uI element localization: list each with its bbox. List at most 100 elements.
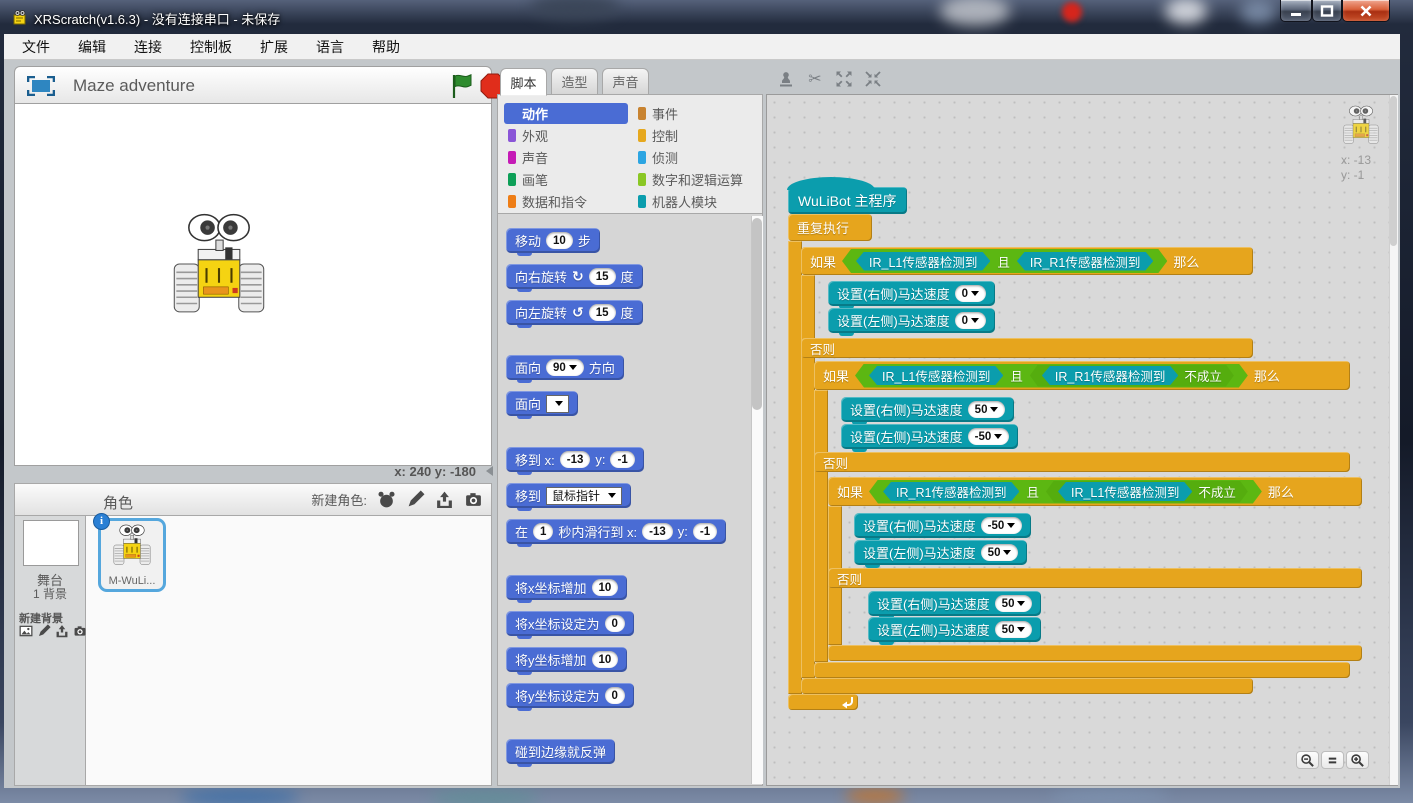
palette-block-set-y[interactable]: 将y坐标设定为 0 <box>506 683 634 708</box>
category-control[interactable]: 控制 <box>634 125 758 146</box>
if-block-2-else-bar[interactable]: 否则 <box>814 452 1350 472</box>
direction-dropdown[interactable]: 90 <box>546 359 584 376</box>
maximize-button[interactable] <box>1312 0 1342 22</box>
menu-item-edit[interactable]: 编辑 <box>78 37 106 57</box>
palette-scrollbar-thumb[interactable] <box>752 218 762 410</box>
script-scrollbar-thumb[interactable] <box>1390 96 1397 246</box>
palette-block-change-x[interactable]: 将x坐标增加 10 <box>506 575 627 600</box>
category-robot[interactable]: 机器人模块 <box>634 191 758 212</box>
set-right-motor-50-block[interactable]: 设置(右侧)马达速度 50 <box>868 591 1041 616</box>
close-button[interactable] <box>1342 0 1390 22</box>
sensor-ir-r1-block[interactable]: IR_R1传感器检测到 <box>1042 366 1178 385</box>
menu-item-language[interactable]: 语言 <box>316 37 344 57</box>
palette-block-set-x[interactable]: 将x坐标设定为 0 <box>506 611 634 636</box>
and-operator-block[interactable]: IR_R1传感器检测到 且 IR_L1传感器检测到 不成立 <box>869 480 1262 504</box>
x-input[interactable]: -13 <box>560 451 591 468</box>
project-title[interactable]: Maze adventure <box>73 76 195 96</box>
set-right-motor-neg50-block[interactable]: 设置(右侧)马达速度 -50 <box>854 513 1031 538</box>
if-block-1-spine[interactable] <box>801 275 815 678</box>
if-block-3-top[interactable]: 如果 IR_R1传感器检测到 且 IR_L1传感器检测到 不成立 那么 <box>828 477 1362 506</box>
palette-block-point-towards[interactable]: 面向 <box>506 391 578 416</box>
number-input[interactable]: 0 <box>605 615 625 632</box>
number-input[interactable]: 10 <box>546 232 573 249</box>
stage-thumbnail[interactable] <box>23 520 79 566</box>
speed-dropdown[interactable]: 50 <box>995 595 1033 612</box>
stage-sprite-robot[interactable] <box>171 212 267 316</box>
new-sprite-library-button[interactable] <box>376 489 396 509</box>
menu-item-extension[interactable]: 扩展 <box>260 37 288 57</box>
if-block-3-else-bar[interactable]: 否则 <box>828 568 1362 588</box>
camera-backdrop-button[interactable] <box>73 624 87 638</box>
zoom-out-button[interactable] <box>1296 751 1319 769</box>
stage-selector-column[interactable]: 舞台 1 背景 新建背景 <box>14 516 86 786</box>
category-looks[interactable]: 外观 <box>504 125 628 146</box>
if-block-1-else-bar[interactable]: 否则 <box>801 338 1253 358</box>
menu-item-connect[interactable]: 连接 <box>134 37 162 57</box>
category-operators[interactable]: 数字和逻辑运算 <box>634 169 758 190</box>
tab-sounds[interactable]: 声音 <box>602 68 649 95</box>
script-canvas[interactable]: x: -13 y: -1 WuLiBot 主程序 重复执行 如果 IR_L1传感… <box>766 94 1398 786</box>
forever-block-spine[interactable] <box>788 241 802 694</box>
duplicate-button[interactable] <box>776 69 796 89</box>
sensor-ir-l1-block[interactable]: IR_L1传感器检测到 <box>869 366 1003 385</box>
fullscreen-icon[interactable] <box>27 76 55 96</box>
speed-dropdown[interactable]: 50 <box>995 621 1033 638</box>
speed-dropdown[interactable]: -50 <box>968 428 1010 445</box>
palette-block-glide[interactable]: 在 1 秒内滑行到 x: -13 y: -1 <box>506 519 726 544</box>
set-right-motor-50-block[interactable]: 设置(右侧)马达速度 50 <box>841 397 1014 422</box>
sensor-ir-r1-block[interactable]: IR_R1传感器检测到 <box>883 482 1019 501</box>
category-motion[interactable]: 动作 <box>504 103 628 124</box>
titlebar[interactable]: XRScratch(v1.6.3) - 没有连接串口 - 未保存 <box>0 0 1413 34</box>
camera-sprite-button[interactable] <box>463 489 483 509</box>
if-block-1-bottom[interactable] <box>801 678 1253 694</box>
menu-item-file[interactable]: 文件 <box>22 37 50 57</box>
set-left-motor-50-block[interactable]: 设置(左侧)马达速度 50 <box>868 617 1041 642</box>
paint-backdrop-button[interactable] <box>37 624 51 638</box>
forever-block-bottom[interactable] <box>788 694 858 710</box>
shrink-sprite-button[interactable] <box>863 69 883 89</box>
y-input[interactable]: -1 <box>610 451 634 468</box>
zoom-reset-button[interactable] <box>1321 751 1344 769</box>
speed-dropdown[interactable]: 0 <box>955 285 986 302</box>
sensor-ir-l1-block[interactable]: IR_L1传感器检测到 <box>856 252 990 271</box>
tab-costumes[interactable]: 造型 <box>551 68 598 95</box>
and-operator-block[interactable]: IR_L1传感器检测到 且 IR_R1传感器检测到 <box>842 249 1167 273</box>
sprite-card-selected[interactable]: M-WuLi... <box>98 518 166 592</box>
number-input[interactable]: 15 <box>589 304 616 321</box>
palette-block-turn-right[interactable]: 向右旋转 ↻ 15 度 <box>506 264 643 289</box>
if-block-1-top[interactable]: 如果 IR_L1传感器检测到 且 IR_R1传感器检测到 那么 <box>801 247 1253 275</box>
delete-button[interactable] <box>805 69 825 89</box>
stage-canvas[interactable] <box>14 104 492 466</box>
category-data[interactable]: 数据和指令 <box>504 191 628 212</box>
speed-dropdown[interactable]: 50 <box>981 544 1019 561</box>
number-input[interactable]: 15 <box>589 268 616 285</box>
set-right-motor-0-block[interactable]: 设置(右侧)马达速度 0 <box>828 281 995 306</box>
set-left-motor-neg50-block[interactable]: 设置(左侧)马达速度 -50 <box>841 424 1018 449</box>
zoom-in-button[interactable] <box>1346 751 1369 769</box>
palette-block-turn-left[interactable]: 向左旋转 ↺ 15 度 <box>506 300 643 325</box>
category-sensing[interactable]: 侦测 <box>634 147 758 168</box>
set-left-motor-0-block[interactable]: 设置(左侧)马达速度 0 <box>828 308 995 333</box>
secs-input[interactable]: 1 <box>533 523 553 540</box>
palette-block-move[interactable]: 移动 10 步 <box>506 228 600 253</box>
y-input[interactable]: -1 <box>693 523 717 540</box>
x-input[interactable]: -13 <box>642 523 673 540</box>
menu-item-help[interactable]: 帮助 <box>372 37 400 57</box>
palette-block-goto-xy[interactable]: 移到 x: -13 y: -1 <box>506 447 644 472</box>
forever-block-top[interactable]: 重复执行 <box>788 214 872 241</box>
and-operator-block[interactable]: IR_L1传感器检测到 且 IR_R1传感器检测到 不成立 <box>855 364 1248 388</box>
upload-backdrop-button[interactable] <box>55 624 69 638</box>
if-block-3-bottom[interactable] <box>828 645 1362 661</box>
if-block-2-bottom[interactable] <box>814 662 1350 678</box>
number-input[interactable]: 0 <box>605 687 625 704</box>
hat-block-wulibot-main[interactable]: WuLiBot 主程序 <box>788 187 907 214</box>
backdrop-library-button[interactable] <box>19 624 33 638</box>
category-sound[interactable]: 声音 <box>504 147 628 168</box>
palette-block-point-direction[interactable]: 面向 90 方向 <box>506 355 624 380</box>
speed-dropdown[interactable]: 0 <box>955 312 986 329</box>
paint-new-sprite-button[interactable] <box>405 489 425 509</box>
tab-scripts[interactable]: 脚本 <box>500 68 547 96</box>
palette-block-change-y[interactable]: 将y坐标增加 10 <box>506 647 627 672</box>
collapse-arrow-icon[interactable] <box>486 466 493 476</box>
if-block-2-spine[interactable] <box>814 390 828 662</box>
